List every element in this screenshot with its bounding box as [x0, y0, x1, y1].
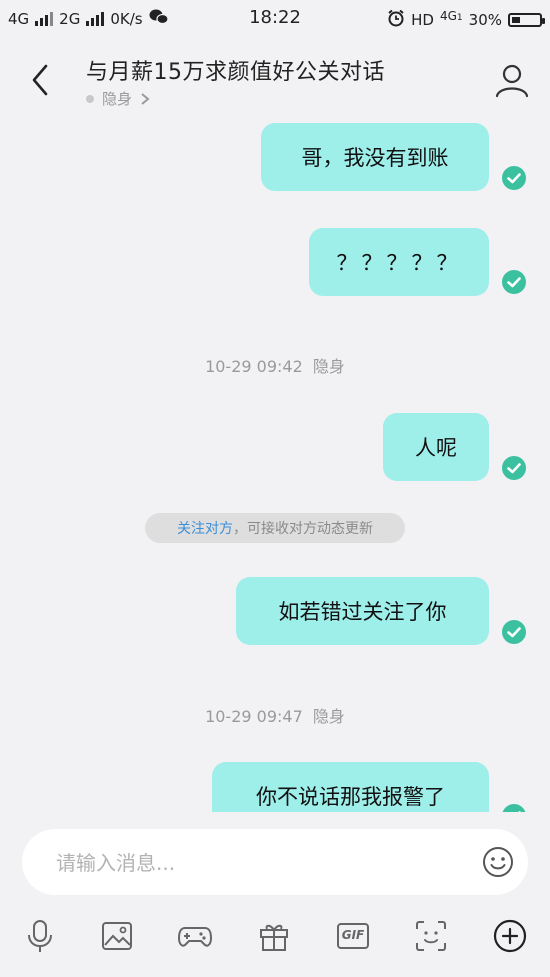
status-right: HD 4G1 30%	[387, 9, 545, 31]
image-button[interactable]	[99, 918, 135, 954]
smiley-icon	[483, 847, 513, 877]
voice-button[interactable]	[22, 918, 58, 954]
timestamp: 10-29 09:47 隐身	[205, 707, 345, 726]
check-icon	[502, 620, 526, 644]
emoji-button[interactable]	[482, 846, 514, 878]
alarm-icon	[387, 9, 405, 31]
network-4g-label-2: 4G1	[439, 9, 463, 23]
follow-notice-text: ，可接收对方动态更新	[233, 521, 373, 537]
contact-status-label: 隐身	[102, 90, 133, 108]
status-bar: 4G 2G 0K/s 18:22 HD 4G1 30%	[0, 0, 550, 38]
battery-icon	[508, 13, 545, 27]
image-icon	[102, 922, 132, 950]
person-icon	[495, 64, 529, 98]
message-input[interactable]	[54, 829, 458, 897]
contact-status[interactable]: 隐身	[86, 88, 150, 109]
message-text: ？？？？？	[336, 251, 462, 275]
gamepad-icon	[178, 927, 212, 947]
chat-title: 与月薪15万求颜值好公关对话	[86, 60, 385, 85]
profile-button[interactable]	[494, 62, 530, 98]
plus-circle-icon	[493, 919, 527, 953]
timestamp: 10-29 09:42 隐身	[205, 357, 345, 376]
gift-icon	[260, 924, 288, 951]
check-icon	[502, 804, 526, 812]
hd-label: HD	[411, 11, 434, 29]
message-composer	[22, 829, 528, 897]
follow-link[interactable]: 关注对方	[177, 518, 233, 538]
message-text: 如若错过关注了你	[278, 600, 447, 624]
face-scan-button[interactable]	[413, 918, 449, 954]
chevron-right-icon	[141, 92, 150, 105]
check-icon	[502, 456, 526, 480]
message-text: 人呢	[415, 436, 457, 460]
message-bubble[interactable]: 人呢	[383, 413, 489, 481]
chat-toolbar: GIF	[0, 910, 550, 964]
check-icon	[502, 166, 526, 190]
message-bubble[interactable]: 哥，我没有到账	[261, 123, 489, 191]
message-bubble[interactable]: 如若错过关注了你	[236, 577, 489, 645]
message-bubble[interactable]: ？？？？？	[309, 228, 489, 296]
gif-button[interactable]: GIF	[335, 918, 371, 954]
follow-notice: 关注对方 ，可接收对方动态更新	[145, 513, 405, 543]
back-button[interactable]	[24, 60, 56, 100]
gift-button[interactable]	[256, 918, 292, 954]
message-bubble[interactable]: 你不说话那我报警了	[212, 762, 489, 812]
more-button[interactable]	[492, 918, 528, 954]
chat-header: 与月薪15万求颜值好公关对话 隐身	[0, 40, 550, 120]
game-button[interactable]	[177, 918, 213, 954]
check-icon	[502, 270, 526, 294]
message-text: 哥，我没有到账	[301, 146, 449, 170]
microphone-icon	[28, 920, 52, 952]
chat-area[interactable]: 哥，我没有到账 ？？？？？ 10-29 09:42 隐身 人呢 关注对方 ，可接收…	[0, 120, 550, 812]
status-dot-icon	[86, 94, 94, 103]
battery-percent: 30%	[468, 11, 502, 29]
gif-label: GIF	[341, 928, 365, 942]
message-text: 你不说话那我报警了	[256, 785, 445, 809]
chevron-left-icon	[32, 64, 48, 96]
face-scan-icon	[416, 921, 446, 951]
